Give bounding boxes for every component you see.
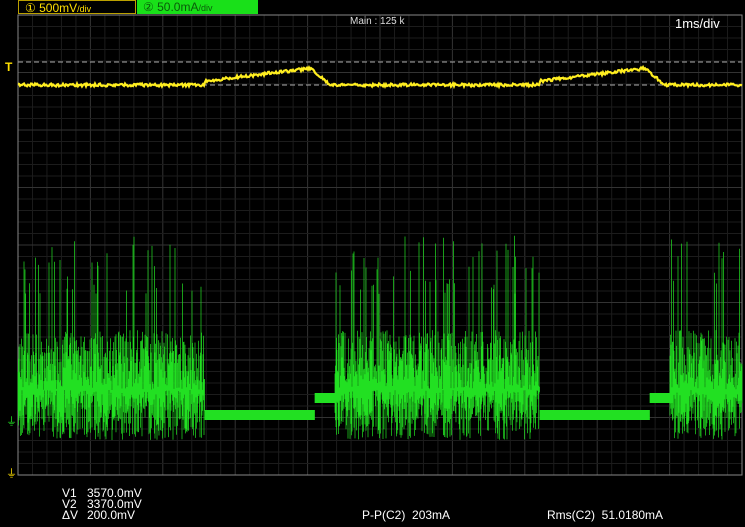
dv-label: ΔV xyxy=(62,508,79,522)
timebase[interactable]: 1ms/div xyxy=(675,16,720,31)
pp-value: 203mA xyxy=(412,508,451,522)
memory-length: Main : 125 k xyxy=(350,16,405,27)
trigger-marker: T xyxy=(5,60,13,74)
ch1-ground-icon: ⏚ xyxy=(6,467,17,480)
cursor-readout: V1 3570.0mV V2 3370.0mV ΔV 200.0mV xyxy=(62,487,142,522)
rms-label: Rms(C2) xyxy=(547,508,595,522)
dv-value: 200.0mV xyxy=(87,508,136,522)
ch2-ground-icon: ⏚ xyxy=(6,415,17,428)
pp-measurement: P-P(C2) 203mA xyxy=(362,508,451,522)
rms-measurement: Rms(C2) 51.0180mA xyxy=(547,508,664,522)
rms-value: 51.0180mA xyxy=(601,508,664,522)
waveform-display: T ⏚ ⏚ xyxy=(5,14,743,480)
pp-label: P-P(C2) xyxy=(362,508,406,522)
